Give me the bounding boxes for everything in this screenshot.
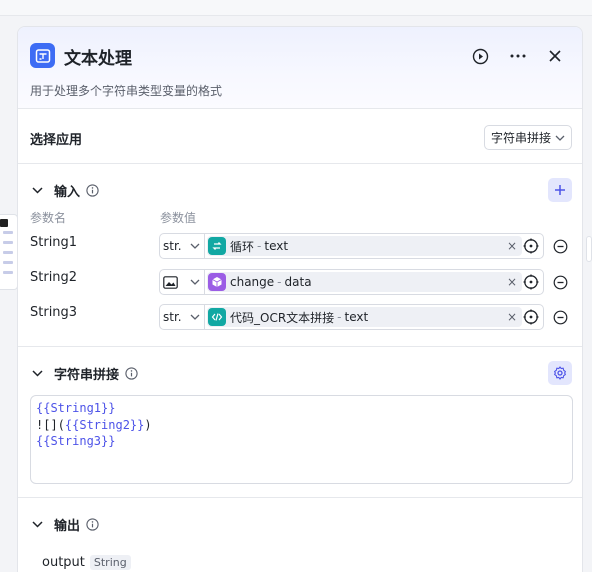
variable-field: text bbox=[264, 239, 289, 253]
chevron-down-icon[interactable] bbox=[30, 518, 44, 532]
add-input-button[interactable] bbox=[548, 178, 572, 202]
code-icon bbox=[208, 308, 226, 326]
inputs-header[interactable]: 输入 bbox=[30, 181, 99, 200]
variable-field: text bbox=[344, 310, 369, 324]
remove-tag-icon[interactable]: × bbox=[507, 239, 517, 253]
variable-tag[interactable]: 代码_OCR文本拼接 - text × bbox=[207, 307, 522, 327]
more-icon[interactable] bbox=[508, 46, 528, 66]
value-field[interactable]: 循环 - text × bbox=[204, 233, 544, 259]
variable-source: 代码_OCR文本拼接 bbox=[230, 310, 335, 325]
template-line: {{String1}} bbox=[36, 401, 116, 415]
variable-tag[interactable]: change - data × bbox=[207, 272, 522, 292]
reference-target-icon[interactable] bbox=[523, 238, 539, 254]
output-variable: output String bbox=[42, 555, 131, 570]
variable-source: change bbox=[230, 275, 275, 289]
background-node-card[interactable] bbox=[0, 214, 18, 290]
loop-icon bbox=[208, 237, 226, 255]
remove-row-button[interactable] bbox=[552, 238, 568, 254]
cube-icon bbox=[208, 273, 226, 291]
page-title: 文本处理 bbox=[64, 49, 132, 69]
remove-tag-icon[interactable]: × bbox=[507, 275, 517, 289]
type-label: str. bbox=[163, 239, 182, 253]
value-field[interactable]: 代码_OCR文本拼接 - text × bbox=[204, 304, 544, 330]
info-icon[interactable] bbox=[125, 367, 138, 380]
image-icon bbox=[163, 275, 178, 289]
template-editor[interactable]: {{String1}} ![]({{String2}}) {{String3}} bbox=[30, 395, 573, 484]
settings-button[interactable] bbox=[548, 361, 572, 385]
text-process-icon bbox=[30, 43, 55, 68]
node-panel: 文本处理 用于处理多个字符串类型变量的格式 选择应用 字符串拼接 输入 参数名 … bbox=[17, 26, 583, 572]
param-name: String2 bbox=[30, 270, 78, 285]
inputs-title: 输入 bbox=[54, 185, 81, 200]
variable-field: data bbox=[284, 275, 312, 289]
chevron-down-icon bbox=[190, 314, 200, 320]
info-icon[interactable] bbox=[86, 518, 99, 531]
canvas-topbar bbox=[0, 0, 592, 16]
template-variable: {{String2}} bbox=[64, 417, 145, 432]
separator: - bbox=[337, 310, 342, 324]
param-name: String1 bbox=[30, 235, 78, 250]
node-description: 用于处理多个字符串类型变量的格式 bbox=[30, 84, 223, 98]
column-header-value: 参数值 bbox=[160, 211, 197, 225]
output-type-badge: String bbox=[89, 555, 131, 570]
chevron-down-icon bbox=[190, 243, 200, 249]
chevron-down-icon[interactable] bbox=[30, 367, 44, 381]
run-button[interactable] bbox=[470, 46, 490, 66]
close-icon[interactable] bbox=[545, 46, 565, 66]
variable-source: 循环 bbox=[230, 239, 255, 254]
column-header-name: 参数名 bbox=[30, 211, 67, 225]
chevron-down-icon[interactable] bbox=[30, 184, 44, 198]
template-text: ) bbox=[144, 417, 152, 432]
value-field[interactable]: change - data × bbox=[204, 269, 544, 295]
concat-header[interactable]: 字符串拼接 bbox=[30, 364, 138, 383]
remove-tag-icon[interactable]: × bbox=[507, 310, 517, 324]
template-line: {{String3}} bbox=[36, 434, 116, 448]
gear-icon bbox=[554, 366, 566, 380]
remove-row-button[interactable] bbox=[552, 274, 568, 290]
separator: - bbox=[277, 275, 282, 289]
chevron-down-icon bbox=[555, 135, 565, 141]
remove-row-button[interactable] bbox=[552, 309, 568, 325]
type-label: str. bbox=[163, 310, 182, 324]
chevron-down-icon bbox=[190, 279, 200, 285]
app-select-value: 字符串拼接 bbox=[490, 131, 551, 145]
type-select[interactable] bbox=[159, 269, 205, 295]
type-select[interactable]: str. bbox=[159, 233, 205, 259]
variable-tag[interactable]: 循环 - text × bbox=[207, 236, 522, 256]
reference-target-icon[interactable] bbox=[523, 274, 539, 290]
concat-title: 字符串拼接 bbox=[54, 368, 120, 383]
background-node-edge bbox=[586, 236, 592, 262]
panel-header: 文本处理 用于处理多个字符串类型变量的格式 bbox=[18, 27, 582, 109]
separator: - bbox=[257, 239, 262, 253]
type-select[interactable]: str. bbox=[159, 304, 205, 330]
param-name: String3 bbox=[30, 305, 78, 320]
template-text: ![]( bbox=[36, 417, 65, 432]
output-header[interactable]: 输出 bbox=[30, 515, 99, 534]
app-label: 选择应用 bbox=[30, 133, 83, 148]
app-select[interactable]: 字符串拼接 bbox=[483, 125, 572, 150]
info-icon[interactable] bbox=[86, 184, 99, 197]
reference-target-icon[interactable] bbox=[523, 309, 539, 325]
output-title: 输出 bbox=[54, 519, 81, 534]
output-name: output bbox=[42, 555, 85, 570]
